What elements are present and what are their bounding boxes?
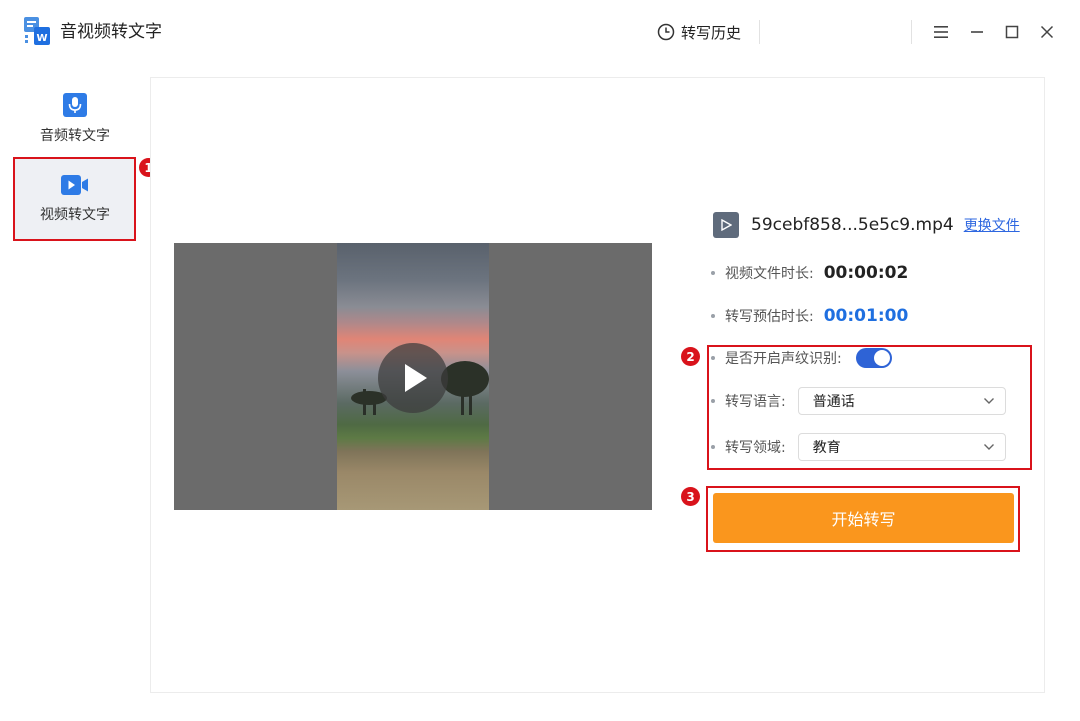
voiceprint-row: 是否开启声纹识别: [711,345,892,371]
toggle-knob [873,350,890,366]
domain-select[interactable]: 教育 [797,433,1006,461]
close-button[interactable] [1036,20,1058,44]
video-thumbnail [337,243,489,510]
start-transcribe-label: 开始转写 [831,510,896,529]
domain-label: 转写领域: [725,440,786,456]
palm-canopy [441,361,489,397]
language-value: 普通话 [812,394,855,410]
title-bar: W 音视频转文字 转写历史 [0,0,1080,64]
language-row: 转写语言: 普通话 [711,387,1006,415]
minimize-button[interactable] [966,20,988,44]
bullet-dot [711,271,715,275]
video-camera-icon [61,175,88,195]
menu-button[interactable] [930,20,952,44]
estimate-duration-label: 转写预估时长: [725,309,814,325]
menu-icon [934,26,948,38]
maximize-icon [1005,25,1019,39]
chevron-down-icon [983,398,994,404]
annotation-badge-3: 3 [681,487,700,506]
file-info: 59cebf858...5e5c9.mp4 更换文件 [713,212,1020,238]
domain-row: 转写领域: 教育 [711,433,1006,461]
language-label: 转写语言: [725,394,786,410]
header-divider [759,20,760,44]
bullet-dot [711,445,715,449]
voiceprint-label: 是否开启声纹识别: [725,351,842,367]
app-title: 音视频转文字 [60,22,162,42]
video-duration-label: 视频文件时长: [725,266,814,282]
play-button[interactable] [378,343,448,413]
app-logo-icon: W [24,17,50,45]
sidebar-item-audio-to-text[interactable]: 音频转文字 [15,80,135,160]
bullet-dot [711,399,715,403]
bullet-dot [711,314,715,318]
estimate-duration-row: 转写预估时长: 00:01:00 [711,303,908,329]
chevron-down-icon [983,444,994,450]
bullet-dot [711,356,715,360]
voiceprint-toggle[interactable] [855,348,892,368]
svg-text:W: W [36,33,47,44]
file-name: 59cebf858...5e5c9.mp4 [751,215,954,235]
play-icon [405,364,427,392]
sidebar-item-label: 音频转文字 [40,128,110,144]
history-label: 转写历史 [681,23,742,42]
history-button[interactable]: 转写历史 [657,20,741,44]
minimize-icon [971,31,983,33]
sidebar-item-label: 视频转文字 [40,207,110,223]
header-divider [911,20,912,44]
domain-value: 教育 [812,440,841,456]
clock-icon [657,23,675,41]
language-select[interactable]: 普通话 [797,387,1006,415]
maximize-button[interactable] [1001,20,1023,44]
close-icon [1040,25,1054,39]
sidebar-item-video-to-text[interactable]: 视频转文字 [15,159,135,239]
video-duration-value: 00:00:02 [823,263,909,283]
change-file-link[interactable]: 更换文件 [964,215,1020,235]
start-transcribe-button[interactable]: 开始转写 [713,493,1014,543]
estimate-duration-value: 00:01:00 [823,306,909,326]
video-duration-row: 视频文件时长: 00:00:02 [711,260,908,286]
video-preview[interactable] [174,243,652,510]
video-file-icon [713,212,739,238]
microphone-icon [63,93,87,117]
annotation-badge-2: 2 [681,347,700,366]
